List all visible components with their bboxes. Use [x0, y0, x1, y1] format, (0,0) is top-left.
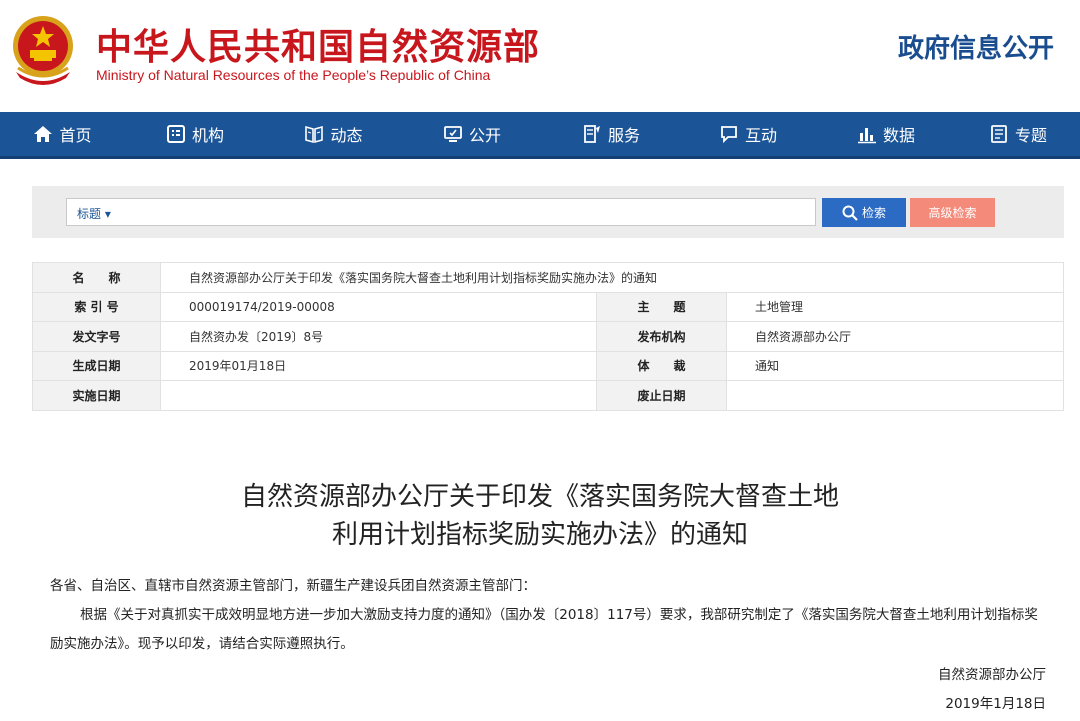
ministry-name-en: Ministry of Natural Resources of the Peo…	[96, 67, 491, 83]
doc-no-label: 发文字号	[32, 321, 161, 352]
name-label: 名 称	[32, 262, 161, 293]
ministry-name-cn: 中华人民共和国自然资源部	[96, 27, 541, 68]
doc-no-value: 自然资办发〔2019〕8号	[160, 321, 597, 352]
nav-label: 公开	[468, 126, 501, 145]
topic-icon	[991, 125, 1007, 143]
topic-value: 土地管理	[726, 291, 1064, 322]
topic-label: 主 题	[596, 291, 727, 322]
table-row: 索 引 号 000019174/2019-00008 主 题 土地管理	[32, 291, 1064, 322]
signature-date: 2019年1月18日	[945, 696, 1046, 712]
table-row: 实施日期 废止日期	[32, 380, 1064, 411]
genre-value: 通知	[726, 350, 1064, 381]
nav-label: 动态	[330, 126, 363, 145]
search-button[interactable]: 检索	[822, 198, 906, 227]
article-title-line: 自然资源部办公厅关于印发《落实国务院大督查土地	[240, 482, 839, 512]
created-label: 生成日期	[32, 350, 161, 381]
nav-item-interaction[interactable]: 互动	[680, 112, 816, 156]
disclosure-icon	[444, 126, 462, 142]
nav-item-topic[interactable]: 专题	[956, 112, 1080, 156]
expiry-label: 废止日期	[596, 380, 727, 411]
home-icon	[34, 126, 53, 142]
news-icon	[305, 125, 324, 144]
index-value: 000019174/2019-00008	[160, 291, 597, 322]
nav-item-org[interactable]: 机构	[125, 112, 265, 156]
service-icon	[584, 125, 600, 143]
nav-label: 专题	[1014, 126, 1047, 145]
national-emblem-icon	[13, 16, 73, 85]
document-meta-table: 名 称 自然资源部办公厅关于印发《落实国务院大督查土地利用计划指标奖励实施办法》…	[32, 262, 1064, 411]
article-signature-block: 自然资源部办公厅 2019年1月18日	[938, 661, 1046, 719]
main-nav: 首页 机构 动态 公开 服务 互动 数据 专题	[0, 112, 1080, 159]
search-panel: 标题 ▾ 检索 高级检索	[32, 186, 1064, 238]
name-value: 自然资源部办公厅关于印发《落实国务院大督查土地利用计划指标奖励实施办法》的通知	[160, 262, 1064, 293]
article-paragraph: 根据《关于对真抓实干成效明显地方进一步加大激励支持力度的通知》（国办发〔2018…	[50, 607, 1038, 652]
search-button-label: 检索	[861, 206, 886, 220]
created-value: 2019年01月18日	[160, 350, 597, 381]
nav-item-data[interactable]: 数据	[816, 112, 956, 156]
issuer-label: 发布机构	[596, 321, 727, 352]
nav-item-service[interactable]: 服务	[542, 112, 680, 156]
nav-label: 互动	[744, 126, 777, 145]
nav-label: 首页	[59, 126, 92, 145]
search-icon	[842, 205, 858, 221]
expiry-value	[726, 380, 1064, 411]
nav-label: 服务	[607, 126, 640, 145]
bar-chart-icon	[857, 128, 876, 144]
search-field-dropdown[interactable]: 标题 ▾	[77, 205, 111, 222]
site-header: 中华人民共和国自然资源部 Ministry of Natural Resourc…	[0, 0, 1080, 112]
issuer-value: 自然资源部办公厅	[726, 321, 1064, 352]
article-title: 自然资源部办公厅关于印发《落实国务院大督查土地 利用计划指标奖励实施办法》的通知	[0, 478, 1080, 554]
chat-icon	[721, 126, 737, 144]
genre-label: 体 裁	[596, 350, 727, 381]
gov-info-title[interactable]: 政府信息公开	[898, 28, 1054, 65]
nav-item-home[interactable]: 首页	[0, 112, 125, 156]
org-icon	[166, 125, 185, 143]
table-row: 名 称 自然资源部办公厅关于印发《落实国务院大督查土地利用计划指标奖励实施办法》…	[32, 262, 1064, 293]
salutation: 各省、自治区、直辖市自然资源主管部门，新疆生产建设兵团自然资源主管部门：	[50, 578, 536, 594]
article-title-line: 利用计划指标奖励实施办法》的通知	[331, 520, 748, 550]
nav-item-disclosure[interactable]: 公开	[402, 112, 542, 156]
nav-label: 数据	[882, 126, 915, 145]
effective-value	[160, 380, 597, 411]
advanced-search-button[interactable]: 高级检索	[910, 198, 995, 227]
nav-label: 机构	[191, 126, 224, 145]
table-row: 发文字号 自然资办发〔2019〕8号 发布机构 自然资源部办公厅	[32, 321, 1064, 352]
effective-label: 实施日期	[32, 380, 161, 411]
index-label: 索 引 号	[32, 291, 161, 322]
nav-item-news[interactable]: 动态	[265, 112, 402, 156]
signature: 自然资源部办公厅	[938, 667, 1046, 683]
table-row: 生成日期 2019年01月18日 体 裁 通知	[32, 350, 1064, 381]
article-body: 各省、自治区、直辖市自然资源主管部门，新疆生产建设兵团自然资源主管部门： 根据《…	[50, 572, 1045, 659]
search-input[interactable]: 标题 ▾	[66, 198, 816, 226]
